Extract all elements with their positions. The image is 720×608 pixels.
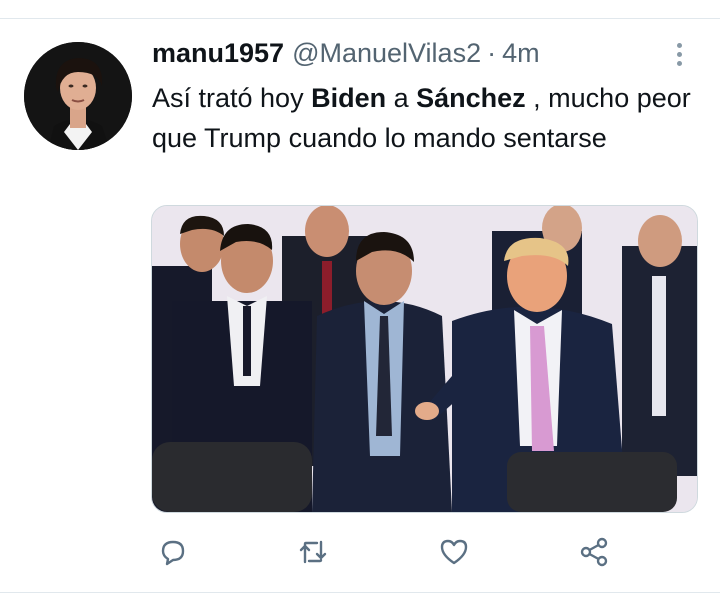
- separator-dot: ·: [487, 38, 497, 68]
- share-icon[interactable]: [576, 534, 612, 570]
- like-icon[interactable]: [436, 534, 472, 570]
- timestamp[interactable]: 4m: [502, 38, 540, 69]
- tweet-media-image[interactable]: [151, 205, 698, 513]
- user-handle[interactable]: @ManuelVilas2: [292, 38, 481, 69]
- display-name[interactable]: manu1957: [152, 38, 284, 69]
- top-divider: [0, 18, 720, 19]
- retweet-icon[interactable]: [295, 534, 331, 570]
- tweet-header: manu1957 @ManuelVilas2 · 4m: [152, 38, 540, 74]
- reply-icon[interactable]: [155, 534, 191, 570]
- tweet-actions: [0, 530, 720, 574]
- avatar[interactable]: [24, 42, 132, 150]
- tweet-text: Así trató hoy Biden a Sánchez , mucho pe…: [152, 83, 691, 153]
- bottom-divider: [0, 592, 720, 593]
- mention-biden: Biden: [311, 83, 387, 113]
- more-options-icon[interactable]: [668, 40, 692, 70]
- mention-sanchez: Sánchez: [416, 83, 526, 113]
